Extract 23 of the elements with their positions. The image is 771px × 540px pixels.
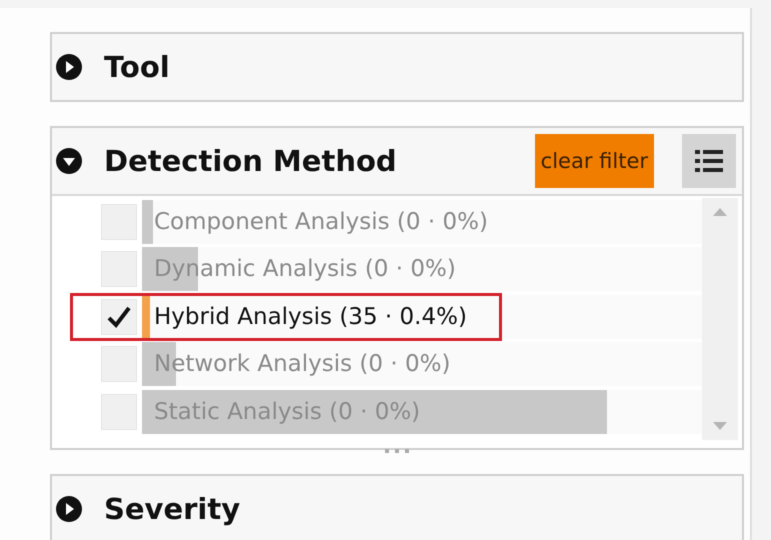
resize-handle-icon[interactable] xyxy=(385,448,409,454)
caret-right-icon xyxy=(56,496,82,522)
checkbox[interactable] xyxy=(101,298,137,335)
list-menu-button[interactable] xyxy=(682,134,736,188)
caret-right-icon xyxy=(56,54,82,80)
filter-option[interactable]: Component Analysis (0 · 0%) xyxy=(142,208,488,235)
scroll-down-icon[interactable] xyxy=(713,422,727,430)
filter-option[interactable]: Hybrid Analysis (35 · 0.4%) xyxy=(142,304,467,330)
panel-title[interactable]: Severity xyxy=(104,492,240,526)
list-icon xyxy=(695,149,723,173)
filter-option[interactable]: Dynamic Analysis (0 · 0%) xyxy=(142,256,456,282)
scroll-up-icon[interactable] xyxy=(713,208,727,216)
clear-filter-button[interactable]: clear filter xyxy=(534,134,654,188)
scrollbar[interactable] xyxy=(702,198,738,440)
panel-title[interactable]: Detection Method xyxy=(104,144,397,178)
checkbox[interactable] xyxy=(101,394,137,430)
checkbox[interactable] xyxy=(101,204,137,240)
checkbox[interactable] xyxy=(101,346,137,382)
filter-option[interactable]: Network Analysis (0 · 0%) xyxy=(142,351,450,378)
checkbox[interactable] xyxy=(101,251,137,288)
panel-title[interactable]: Tool xyxy=(104,50,170,84)
check-icon xyxy=(106,304,132,329)
caret-down-icon xyxy=(56,148,82,174)
